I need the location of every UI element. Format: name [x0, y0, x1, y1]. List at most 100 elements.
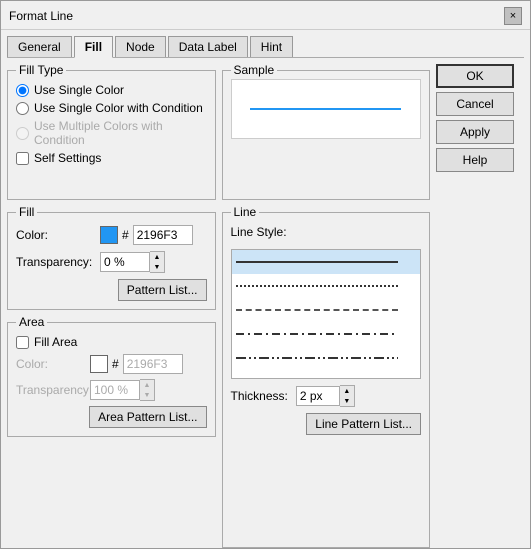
- fill-type-label: Fill Type: [16, 63, 66, 77]
- line-thickness-spin-buttons: ▲ ▼: [340, 385, 355, 407]
- tabs-container: General Fill Node Data Label Hint: [1, 30, 530, 58]
- format-line-dialog: Format Line × General Fill Node Data Lab…: [0, 0, 531, 549]
- fill-group-label: Fill: [16, 205, 37, 219]
- fill-transparency-label: Transparency:: [16, 255, 96, 269]
- line-thickness-up[interactable]: ▲: [340, 386, 354, 396]
- line-thickness-down[interactable]: ▼: [340, 396, 354, 406]
- area-transparency-row: Transparency: ▲ ▼: [16, 379, 207, 401]
- action-buttons-panel: OK Cancel Apply Help: [436, 64, 524, 542]
- fill-pattern-row: Pattern List...: [16, 279, 207, 301]
- fill-area-row: Fill Area: [16, 335, 207, 349]
- line-style-dash-dot[interactable]: [232, 322, 421, 346]
- self-settings-checkbox[interactable]: [16, 152, 29, 165]
- area-color-hash: #: [112, 357, 119, 371]
- dialog-title: Format Line: [9, 9, 73, 23]
- left-panel: Fill Type Use Single Color Use Single Co…: [7, 64, 430, 542]
- line-thickness-input[interactable]: [296, 386, 340, 406]
- cancel-button[interactable]: Cancel: [436, 92, 514, 116]
- line-dash-dot-preview: [236, 333, 398, 335]
- fill-type-group: Fill Type Use Single Color Use Single Co…: [7, 70, 216, 200]
- line-solid-preview: [236, 261, 398, 263]
- area-color-swatch[interactable]: [90, 355, 108, 373]
- radio-single-condition-label: Use Single Color with Condition: [34, 101, 203, 115]
- line-style-dashed[interactable]: [232, 298, 421, 322]
- fill-transparency-up[interactable]: ▲: [150, 252, 164, 262]
- sample-area: [231, 79, 422, 139]
- fill-transparency-spin-buttons: ▲ ▼: [150, 251, 165, 273]
- line-style-solid[interactable]: [232, 250, 421, 274]
- fill-pattern-button[interactable]: Pattern List...: [118, 279, 207, 301]
- tabs-row: General Fill Node Data Label Hint: [7, 36, 524, 58]
- radio-single-color-label: Use Single Color: [34, 83, 124, 97]
- fill-transparency-row: Transparency: ▲ ▼: [16, 251, 207, 273]
- line-dashed-preview: [236, 309, 398, 311]
- ok-button[interactable]: OK: [436, 64, 514, 88]
- tab-hint[interactable]: Hint: [250, 36, 293, 57]
- radio-single-condition[interactable]: [16, 102, 29, 115]
- line-style-dash-dot2[interactable]: [232, 346, 421, 370]
- fill-area-label: Fill Area: [34, 335, 77, 349]
- fill-color-label: Color:: [16, 228, 96, 242]
- help-button[interactable]: Help: [436, 148, 514, 172]
- area-color-label: Color:: [16, 357, 86, 371]
- apply-button[interactable]: Apply: [436, 120, 514, 144]
- sample-line: [250, 108, 401, 110]
- area-group-label: Area: [16, 315, 47, 329]
- radio-multi-condition-row: Use Multiple Colors with Condition: [16, 119, 207, 147]
- self-settings-label: Self Settings: [34, 151, 101, 165]
- radio-multi-condition: [16, 127, 29, 140]
- fill-transparency-input[interactable]: [100, 252, 150, 272]
- fill-group: Fill Color: # Transparency:: [7, 212, 216, 310]
- area-color-input[interactable]: [123, 354, 183, 374]
- radio-single-condition-row: Use Single Color with Condition: [16, 101, 207, 115]
- line-group: Line Line Style:: [222, 212, 431, 548]
- area-transparency-spinbox: ▲ ▼: [90, 379, 155, 401]
- radio-single-color-row: Use Single Color: [16, 83, 207, 97]
- area-transparency-label: Transparency:: [16, 383, 86, 397]
- sample-group: Sample: [222, 70, 431, 200]
- line-style-label: Line Style:: [231, 225, 287, 239]
- area-pattern-row: Area Pattern List...: [16, 406, 207, 428]
- line-dash-dot2-preview: [236, 357, 398, 359]
- area-color-row: Color: #: [16, 354, 207, 374]
- tab-general[interactable]: General: [7, 36, 72, 57]
- tab-fill[interactable]: Fill: [74, 36, 113, 58]
- line-group-label: Line: [231, 205, 260, 219]
- fill-transparency-down[interactable]: ▼: [150, 262, 164, 272]
- area-transparency-up[interactable]: ▲: [140, 380, 154, 390]
- fill-transparency-spinbox: ▲ ▼: [100, 251, 165, 273]
- fill-area-col: Fill Color: # Transparency:: [7, 206, 216, 542]
- line-pattern-button[interactable]: Line Pattern List...: [306, 413, 421, 435]
- fill-type-options: Use Single Color Use Single Color with C…: [16, 83, 207, 147]
- fill-color-hash: #: [122, 228, 129, 242]
- area-transparency-input[interactable]: [90, 380, 140, 400]
- close-button[interactable]: ×: [504, 7, 522, 25]
- fill-area-checkbox[interactable]: [16, 336, 29, 349]
- tab-node[interactable]: Node: [115, 36, 166, 57]
- line-style-dotted[interactable]: [232, 274, 421, 298]
- line-thickness-row: Thickness: ▲ ▼: [231, 385, 422, 407]
- title-bar: Format Line ×: [1, 1, 530, 30]
- tab-data-label[interactable]: Data Label: [168, 36, 248, 57]
- area-transparency-spin-buttons: ▲ ▼: [140, 379, 155, 401]
- line-thickness-label: Thickness:: [231, 389, 288, 403]
- line-style-list[interactable]: [231, 249, 422, 379]
- self-settings-row: Self Settings: [16, 151, 207, 165]
- line-style-row: Line Style:: [231, 225, 422, 239]
- area-pattern-button[interactable]: Area Pattern List...: [89, 406, 206, 428]
- fill-color-swatch[interactable]: [100, 226, 118, 244]
- line-pattern-row: Line Pattern List...: [231, 413, 422, 435]
- area-transparency-down[interactable]: ▼: [140, 390, 154, 400]
- line-content: Line Style:: [231, 225, 422, 435]
- fill-color-row: Color: #: [16, 225, 207, 245]
- radio-single-color[interactable]: [16, 84, 29, 97]
- bottom-row: Fill Color: # Transparency:: [7, 206, 430, 542]
- area-group: Area Fill Area Color: #: [7, 322, 216, 437]
- line-thickness-spinbox: ▲ ▼: [296, 385, 355, 407]
- fill-color-input[interactable]: [133, 225, 193, 245]
- radio-multi-condition-label: Use Multiple Colors with Condition: [34, 119, 207, 147]
- top-row: Fill Type Use Single Color Use Single Co…: [7, 64, 430, 200]
- dialog-body: Fill Type Use Single Color Use Single Co…: [1, 58, 530, 548]
- sample-label: Sample: [231, 63, 278, 77]
- line-dotted-preview: [236, 285, 398, 287]
